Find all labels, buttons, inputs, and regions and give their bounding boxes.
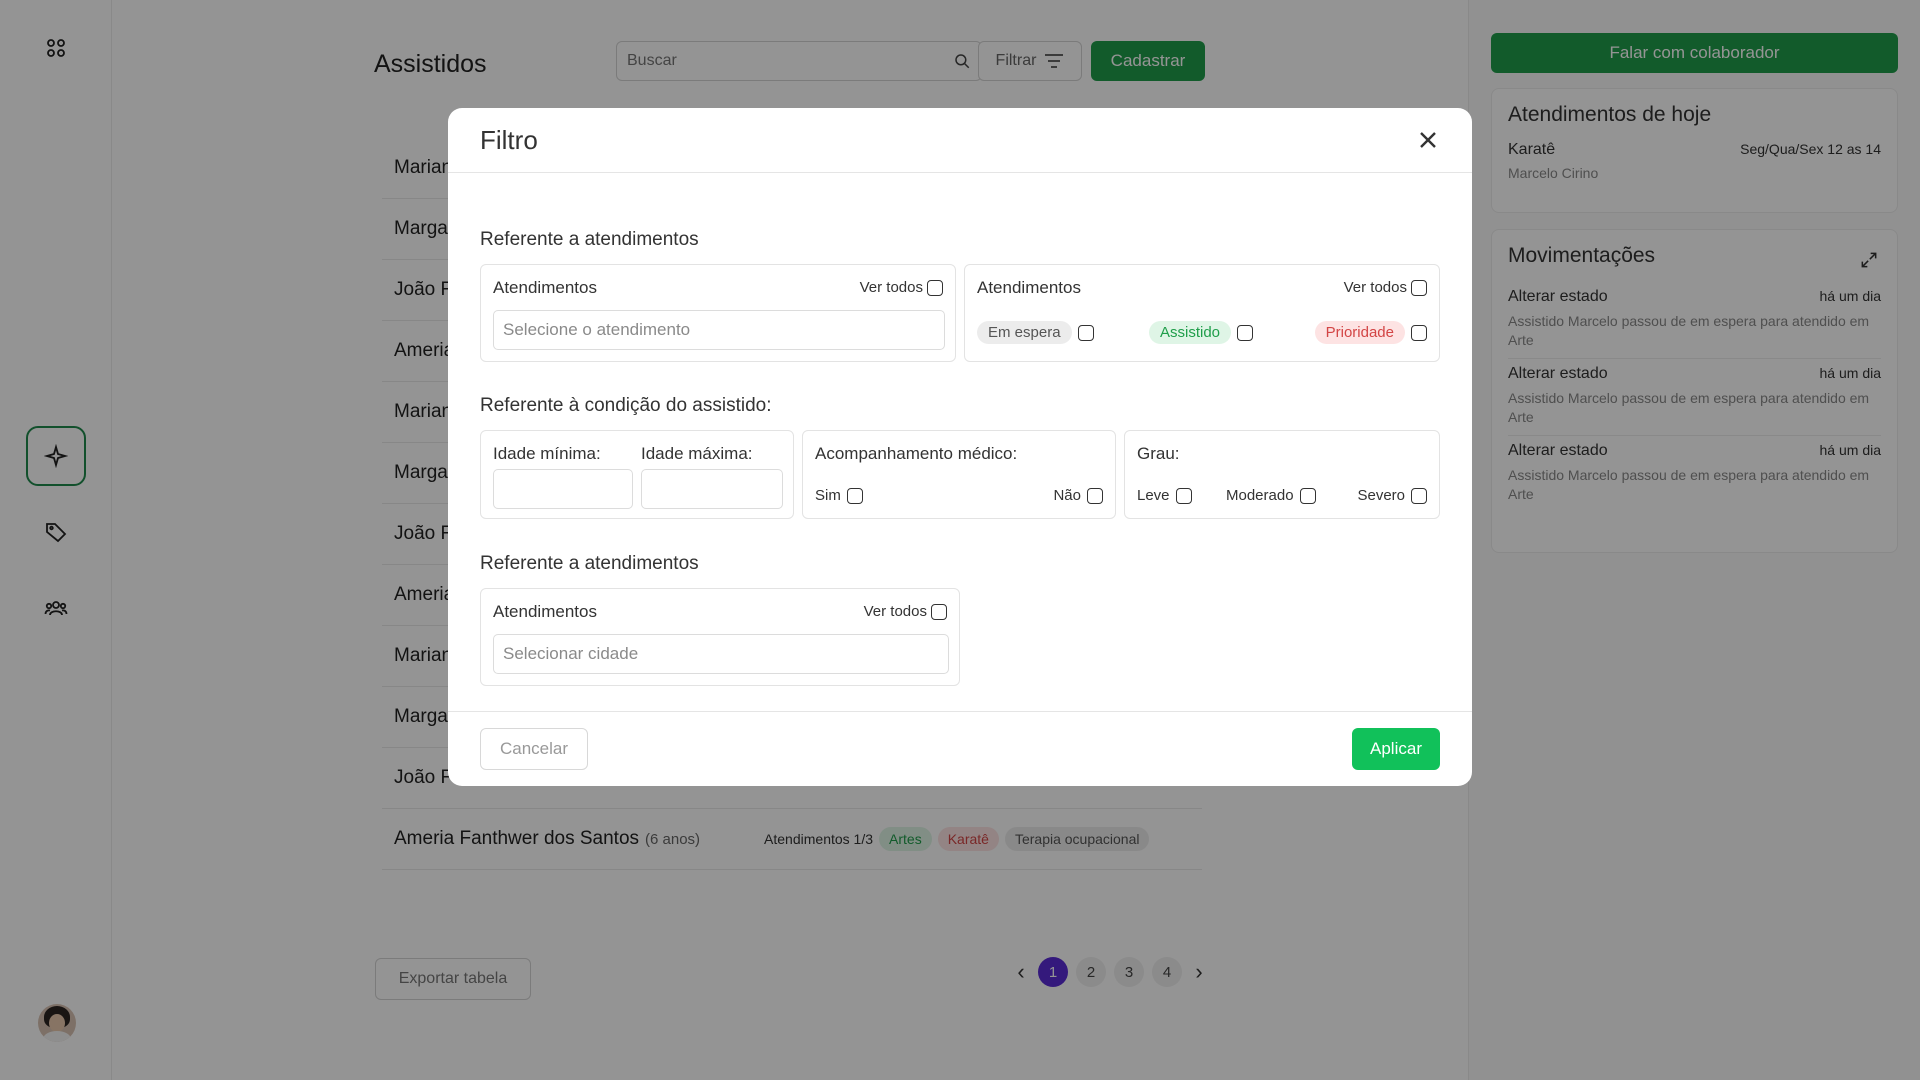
cancel-button[interactable]: Cancelar [480,728,588,770]
section-title: Referente a atendimentos [480,553,699,574]
see-all-toggle[interactable]: Ver todos [1344,279,1427,296]
age-box: Idade mínima: Idade máxima: [480,430,794,519]
close-icon[interactable] [1416,128,1440,152]
grade-checkbox[interactable] [1299,487,1316,504]
option-label: Leve [1137,487,1170,504]
status-badge: Prioridade [1314,321,1405,344]
status-badge: Em espera [977,321,1072,344]
option-label: Moderado [1226,487,1294,504]
grade-checkbox[interactable] [1411,487,1427,504]
city-select[interactable]: Selecionar cidade [493,634,949,674]
status-checkbox[interactable] [1077,324,1094,341]
medical-box: Acompanhamento médico: Sim Não [802,430,1116,519]
max-age-label: Idade máxima: [641,444,753,463]
medical-yes-checkbox[interactable] [846,487,863,504]
city-select-box: Atendimentos Ver todos Selecionar cidade [480,588,960,686]
see-all-label: Ver todos [863,603,927,620]
see-all-label: Ver todos [859,279,923,296]
modal-header: Filtro [448,108,1472,173]
option-label: Não [1053,487,1081,504]
medical-no-checkbox[interactable] [1087,487,1103,504]
grade-option[interactable]: Severo [1357,487,1427,504]
medical-yes-option[interactable]: Sim [815,487,863,504]
option-label: Sim [815,487,841,504]
status-checkbox[interactable] [1411,324,1427,341]
medical-label: Acompanhamento médico: [815,444,1018,463]
status-option-waiting[interactable]: Em espera [977,321,1094,344]
status-option-priority[interactable]: Prioridade [1314,321,1427,344]
grade-option[interactable]: Leve [1137,487,1192,504]
see-all-checkbox[interactable] [1411,279,1427,296]
min-age-label: Idade mínima: [493,444,601,463]
see-all-checkbox[interactable] [931,603,947,620]
modal-body: Referente a atendimentos Atendimentos Ve… [448,173,1472,720]
grade-box: Grau: Leve Moderado Severo [1124,430,1440,519]
attendance-status-box: Atendimentos Ver todos Em espera Assisti… [964,264,1440,362]
grade-checkbox[interactable] [1175,487,1192,504]
filter-modal: Filtro Referente a atendimentos Atendime… [448,108,1472,786]
modal-title: Filtro [480,124,538,155]
modal-footer: Cancelar Aplicar [448,711,1472,786]
see-all-toggle[interactable]: Ver todos [864,603,947,620]
box-label: Atendimentos [493,278,597,297]
option-label: Severo [1357,487,1405,504]
medical-no-option[interactable]: Não [1053,487,1103,504]
status-badge: Assistido [1149,321,1232,344]
grade-option[interactable]: Moderado [1226,487,1316,504]
max-age-input[interactable] [641,469,783,509]
see-all-toggle[interactable]: Ver todos [860,279,943,296]
attendance-select[interactable]: Selecione o atendimento [493,310,945,350]
min-age-input[interactable] [493,469,633,509]
attendance-select-box: Atendimentos Ver todos Selecione o atend… [480,264,956,362]
box-label: Atendimentos [977,278,1081,297]
apply-button[interactable]: Aplicar [1352,728,1440,770]
section-title: Referente a atendimentos [480,229,699,250]
grade-label: Grau: [1137,444,1180,463]
status-option-assisted[interactable]: Assistido [1149,321,1254,344]
status-checkbox[interactable] [1237,324,1254,341]
see-all-label: Ver todos [1343,279,1407,296]
section-title: Referente à condição do assistido: [480,395,772,416]
see-all-checkbox[interactable] [927,279,943,296]
box-label: Atendimentos [493,602,597,621]
